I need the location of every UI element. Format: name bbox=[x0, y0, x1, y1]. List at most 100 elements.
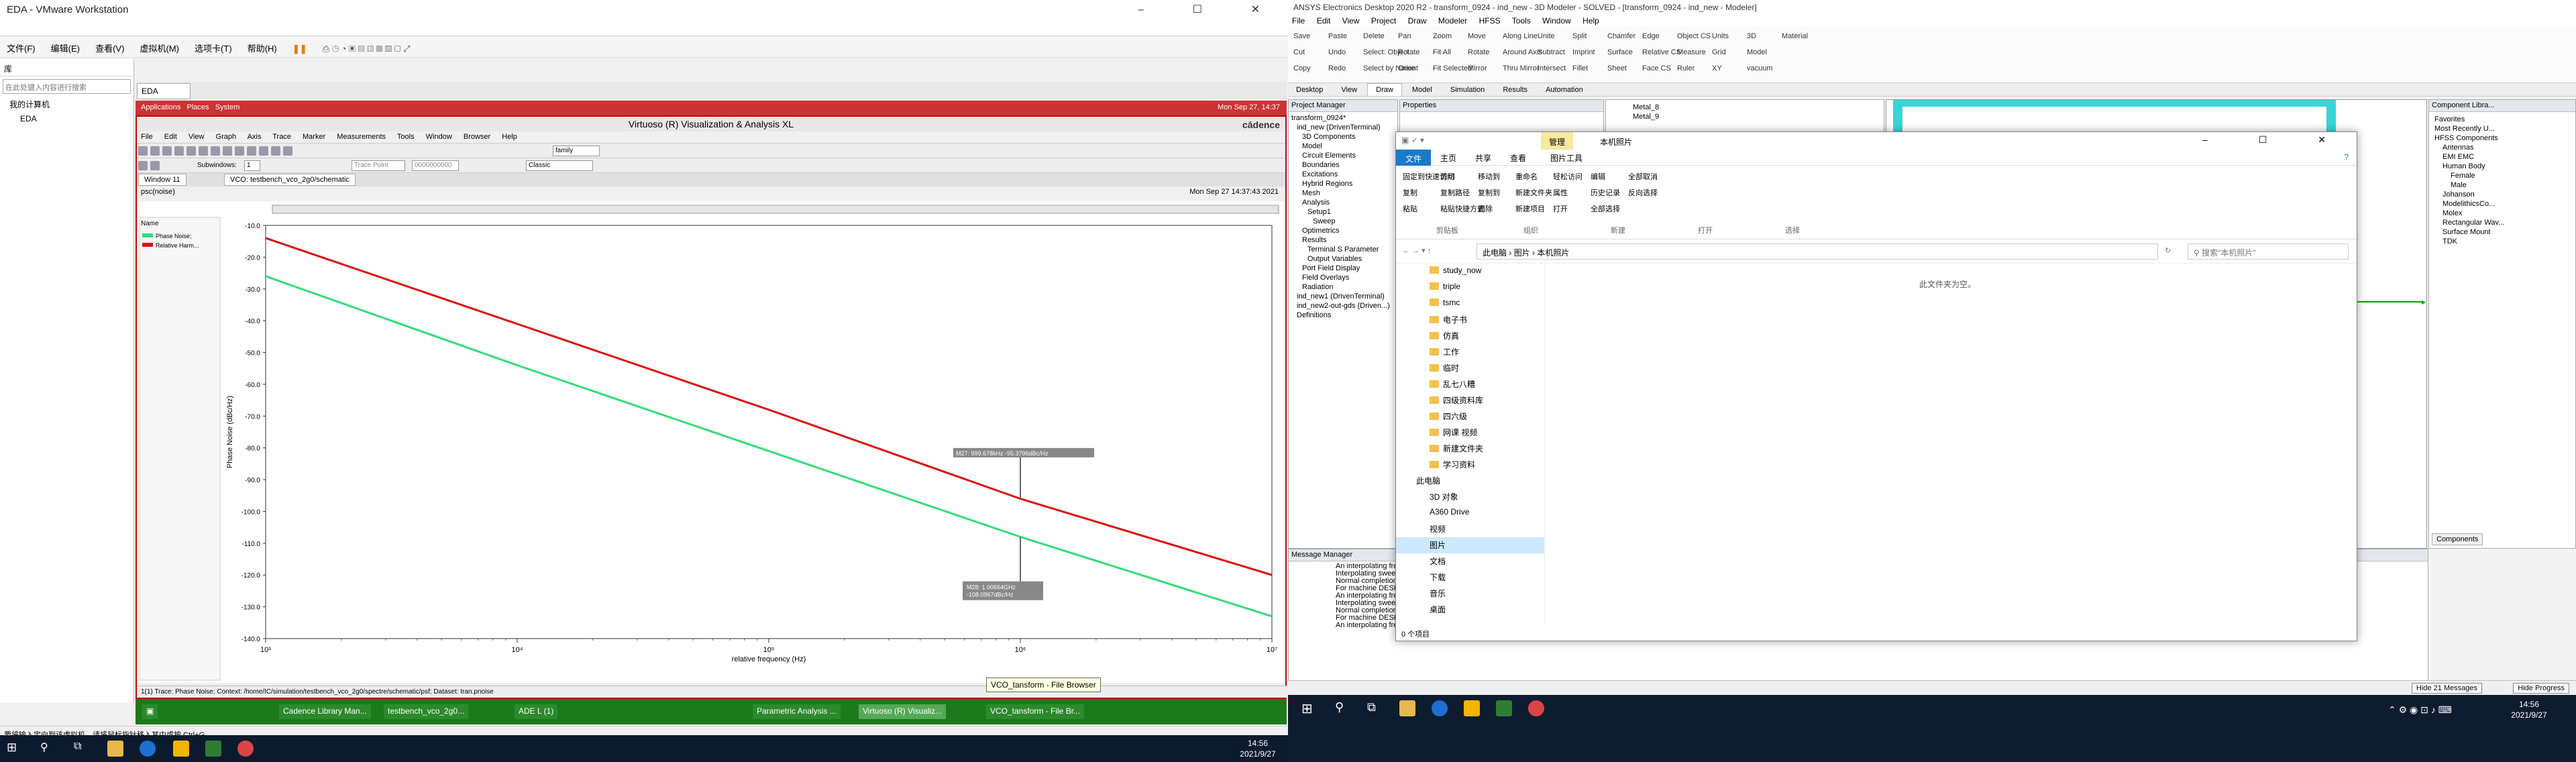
vmenu-marker[interactable]: Marker bbox=[303, 133, 325, 141]
amenu-edit[interactable]: Edit bbox=[1317, 16, 1331, 25]
rtab-desktop[interactable]: Desktop bbox=[1288, 84, 1331, 96]
project-tree-item[interactable]: Analysis bbox=[1291, 198, 1395, 207]
vmenu-measurements[interactable]: Measurements bbox=[337, 133, 386, 141]
project-tree-item[interactable]: Optimetrics bbox=[1291, 226, 1395, 235]
nav-item[interactable]: 网课 视频 bbox=[1396, 425, 1544, 441]
fit-icon[interactable] bbox=[211, 146, 220, 156]
x-scrollbar[interactable] bbox=[272, 205, 1279, 214]
project-tree-item[interactable]: Terminal S Parameter bbox=[1291, 245, 1395, 254]
explorer-ribbon-button[interactable]: 移动到 bbox=[1478, 171, 1500, 182]
explorer-ribbon-button[interactable]: 反向选择 bbox=[1628, 187, 1658, 198]
vmenu-edit[interactable]: Edit bbox=[164, 133, 177, 141]
rtab-automation[interactable]: Automation bbox=[1538, 84, 1591, 96]
amenu-help[interactable]: Help bbox=[1582, 16, 1599, 25]
component-tree-item[interactable]: Antennas bbox=[2434, 143, 2570, 152]
explorer-ribbon-button[interactable]: 复制路径 bbox=[1440, 187, 1470, 198]
explorer-ribbon-button[interactable]: 属性 bbox=[1553, 187, 1568, 198]
windows-start-icon[interactable]: ⊞ bbox=[7, 741, 23, 757]
nav-arrows-icon[interactable]: ← → ▾ ↑ bbox=[1403, 246, 1431, 255]
menu-view[interactable]: 查看(V) bbox=[89, 36, 131, 60]
project-tree-item[interactable]: Sweep bbox=[1291, 217, 1395, 226]
app-icon-green[interactable] bbox=[1496, 700, 1512, 716]
edge-icon[interactable] bbox=[1432, 700, 1448, 716]
amenu-view[interactable]: View bbox=[1342, 16, 1360, 25]
component-tree-item[interactable]: Male bbox=[2434, 180, 2570, 190]
ribbon-button[interactable]: Face CS bbox=[1642, 64, 1671, 72]
vmenu-help[interactable]: Help bbox=[502, 133, 517, 141]
app-icon-red[interactable] bbox=[1528, 700, 1544, 716]
explorer-ribbon-button[interactable]: 剪切 bbox=[1440, 171, 1455, 182]
app-icon-green[interactable] bbox=[205, 741, 221, 757]
ribbon-button[interactable]: Grid bbox=[1712, 48, 1726, 56]
tab-vco-schematic[interactable]: VCO: testbench_vco_2g0/schematic bbox=[224, 174, 356, 186]
ribbon-button[interactable]: Chamfer bbox=[1607, 32, 1635, 40]
ribbon-button[interactable]: Cut bbox=[1293, 48, 1305, 56]
ribbon-button[interactable]: Fit Selected bbox=[1433, 64, 1472, 72]
subwindows-input[interactable]: 1 bbox=[244, 160, 260, 171]
guest-task-filebrowser[interactable]: VCO_tansform - File Br... bbox=[986, 704, 1085, 719]
explorer-ribbon-button[interactable]: 历史记录 bbox=[1591, 187, 1620, 198]
explorer-search-input[interactable]: ⚲ 搜索"本机照片" bbox=[2188, 243, 2349, 260]
ribbon-button[interactable]: Along Line bbox=[1503, 32, 1538, 40]
ex-tab-file[interactable]: 文件 bbox=[1396, 150, 1432, 166]
nav-item[interactable]: 电子书 bbox=[1396, 312, 1544, 328]
component-tree-item[interactable]: EMI EMC bbox=[2434, 152, 2570, 162]
project-tree-item[interactable]: Excitations bbox=[1291, 170, 1395, 179]
trace-value-field[interactable]: 0000000000 bbox=[412, 160, 459, 171]
nav-item[interactable]: 视频 bbox=[1396, 521, 1544, 537]
address-bar[interactable]: 此电脑 › 图片 › 本机照片 bbox=[1477, 243, 2158, 260]
help-icon[interactable]: ? bbox=[2344, 152, 2349, 162]
project-tree-item[interactable]: ind_new (DrivenTerminal) bbox=[1291, 123, 1395, 132]
explorer-ribbon-button[interactable]: 重命名 bbox=[1515, 171, 1538, 182]
marker-icon[interactable] bbox=[235, 146, 244, 156]
legend-label[interactable]: Relative Harm... bbox=[156, 242, 199, 249]
grid-icon[interactable] bbox=[259, 146, 268, 156]
window-controls[interactable]: – ☐ ✕ bbox=[1138, 3, 1283, 16]
refresh-icon[interactable]: ↻ bbox=[2165, 246, 2171, 255]
ribbon-button[interactable]: Ruler bbox=[1677, 64, 1695, 72]
explorer-ribbon-button[interactable]: 新建项目 bbox=[1515, 203, 1545, 214]
ribbon-button[interactable]: XY bbox=[1712, 64, 1722, 72]
nav-item[interactable]: 桌面 bbox=[1396, 602, 1544, 618]
plot-area[interactable]: Name -10.0 -20.0 -30.0 -40.0 -50.0 -60.0 -70.0… bbox=[138, 201, 1284, 683]
component-tree-item[interactable]: ModelithicsCo... bbox=[2434, 199, 2570, 209]
ribbon-button[interactable]: Fit All bbox=[1433, 48, 1451, 56]
tree-metal-8[interactable]: Metal_8 bbox=[1633, 103, 1857, 112]
project-tree-item[interactable]: 3D Components bbox=[1291, 132, 1395, 142]
project-tree-item[interactable]: Port Field Display bbox=[1291, 264, 1395, 273]
amenu-modeler[interactable]: Modeler bbox=[1438, 16, 1467, 25]
explorer-ribbon-button[interactable]: 复制 bbox=[1403, 187, 1417, 198]
guest-task-testbench[interactable]: testbench_vco_2g0... bbox=[384, 704, 469, 719]
rtab-simulation[interactable]: Simulation bbox=[1442, 84, 1493, 96]
component-tree-item[interactable]: HFSS Components bbox=[2434, 133, 2570, 143]
ribbon-button[interactable]: Surface bbox=[1607, 48, 1633, 56]
nav-item[interactable]: 3D 对象 bbox=[1396, 489, 1544, 505]
nav-item[interactable]: 此电脑 bbox=[1396, 473, 1544, 489]
ribbon-button[interactable]: Zoom bbox=[1433, 32, 1452, 40]
task-view-icon[interactable]: ⧉ bbox=[74, 741, 90, 757]
nav-item[interactable]: 音乐 bbox=[1396, 586, 1544, 602]
guest-task-adel[interactable]: ADE L (1) bbox=[515, 704, 558, 719]
ribbon-button[interactable]: Intersect bbox=[1538, 64, 1566, 72]
ribbon-button[interactable]: Paste bbox=[1328, 32, 1347, 40]
log-icon[interactable] bbox=[271, 146, 280, 156]
ribbon-button[interactable]: Move bbox=[1468, 32, 1486, 40]
new-icon[interactable] bbox=[138, 146, 148, 156]
amenu-project[interactable]: Project bbox=[1371, 16, 1396, 25]
nav-item[interactable]: 仿真 bbox=[1396, 328, 1544, 344]
vmenu-trace[interactable]: Trace bbox=[272, 133, 291, 141]
vmenu-graph[interactable]: Graph bbox=[216, 133, 237, 141]
menu-file[interactable]: 文件(F) bbox=[0, 36, 42, 60]
ribbon-button[interactable]: Fillet bbox=[1572, 64, 1588, 72]
ribbon-button[interactable]: Split bbox=[1572, 32, 1587, 40]
file-explorer-icon[interactable] bbox=[107, 741, 123, 757]
rtab-model[interactable]: Model bbox=[1404, 84, 1440, 96]
ribbon-button[interactable]: Redo bbox=[1328, 64, 1346, 72]
component-tree-item[interactable]: Rectangular Wav... bbox=[2434, 218, 2570, 227]
quick-access-icons[interactable]: ▣ ✓ ▾ bbox=[1401, 135, 1424, 145]
ribbon-button[interactable]: Mirror bbox=[1468, 64, 1487, 72]
vmenu-window[interactable]: Window bbox=[426, 133, 452, 141]
menu-edit[interactable]: 编辑(E) bbox=[44, 36, 87, 60]
trace-point-field[interactable]: Trace Point bbox=[352, 160, 405, 171]
task-view-icon[interactable]: ⧉ bbox=[1367, 700, 1383, 716]
